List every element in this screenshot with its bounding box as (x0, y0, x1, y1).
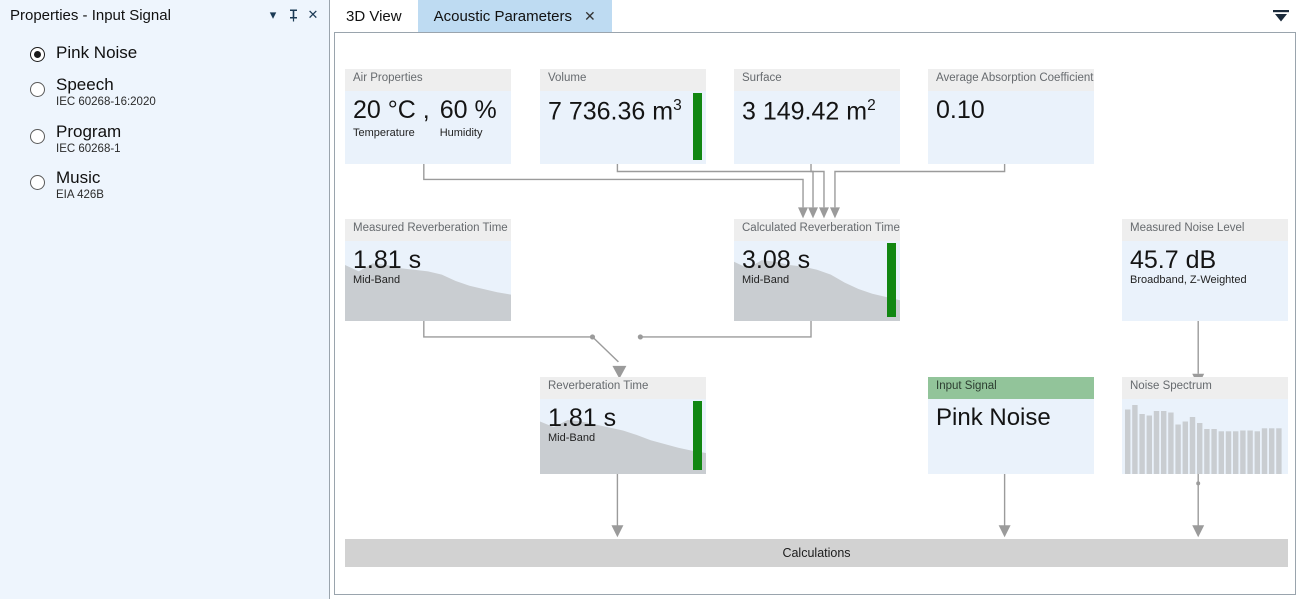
air-humidity: 60 % Humidity (439, 96, 497, 139)
card-calculated-reverberation-time-accent-bar (887, 243, 896, 317)
radio-label-pink-noise: Pink Noise (56, 43, 138, 62)
card-volume-number: 7 736.36 m (548, 97, 674, 126)
card-volume-exponent: 3 (673, 97, 682, 114)
noise-spectrum-bars (1122, 399, 1288, 474)
card-surface-number: 3 149.42 m (742, 97, 868, 126)
radio-sub-program: IEC 60268-1 (56, 142, 121, 155)
pin-icon-glyph (289, 9, 297, 21)
tab-acoustic-parameters[interactable]: Acoustic Parameters ✕ (417, 0, 612, 32)
diagram-canvas: Air Properties 20 °C , Temperature 60 % … (334, 32, 1296, 595)
card-input-signal[interactable]: Input Signal Pink Noise (928, 377, 1094, 474)
card-average-absorption-coefficient-title: Average Absorption Coefficient (928, 69, 1094, 91)
card-measured-noise-level[interactable]: Measured Noise Level 45.7 dB Broadband, … (1122, 219, 1288, 321)
card-surface[interactable]: Surface 3 149.42 m2 (734, 69, 900, 164)
card-reverberation-time-sub: Mid-Band (548, 431, 596, 444)
radio-sub-speech: IEC 60268-16:2020 (56, 96, 156, 108)
card-input-signal-title: Input Signal (928, 377, 1094, 399)
card-reverberation-time-title: Reverberation Time (540, 377, 706, 399)
radio-option-program[interactable]: Program IEC 60268-1 (30, 123, 329, 156)
air-humidity-label: Humidity (439, 126, 483, 139)
card-measured-reverberation-time-value: 1.81 s (353, 246, 422, 274)
radio-mark-program (30, 128, 45, 144)
air-temperature-value: 20 °C , (353, 96, 430, 124)
card-calculated-reverberation-time-value: 3.08 s (742, 246, 811, 274)
tab-bar: 3D View Acoustic Parameters ✕ (330, 0, 1300, 32)
card-input-signal-value: Pink Noise (936, 404, 1051, 431)
properties-panel: Properties - Input Signal ▾ ✕ Pink Noise… (0, 0, 330, 599)
radio-option-music[interactable]: Music EIA 426B (30, 169, 329, 202)
calculations-bar[interactable]: Calculations (345, 539, 1288, 567)
radio-label-music: Music (56, 168, 101, 187)
dropdown-icon[interactable]: ▾ (263, 3, 283, 27)
card-measured-reverberation-time-sub: Mid-Band (353, 273, 401, 286)
card-volume-accent-bar (693, 93, 702, 160)
card-noise-spectrum[interactable]: Noise Spectrum (1122, 377, 1288, 474)
filter-icon-glyph (1273, 10, 1289, 22)
card-average-absorption-coefficient-value: 0.10 (936, 96, 985, 124)
card-calculated-reverberation-time[interactable]: Calculated Reverberation Time 3.08 s Mid… (734, 219, 900, 321)
radio-option-pink-noise[interactable]: Pink Noise (30, 44, 329, 62)
radio-sub-music: EIA 426B (56, 189, 104, 201)
card-reverberation-time-accent-bar (693, 401, 702, 470)
tab-3d-view-label: 3D View (346, 7, 402, 25)
card-reverberation-time[interactable]: Reverberation Time 1.81 s Mid-Band (540, 377, 706, 474)
card-surface-value: 3 149.42 m2 (734, 91, 900, 126)
input-signal-radio-group: Pink Noise Speech IEC 60268-16:2020 Prog… (0, 30, 329, 216)
card-volume-value: 7 736.36 m3 (540, 91, 706, 126)
tab-3d-view[interactable]: 3D View (330, 0, 418, 32)
calculations-bar-label: Calculations (782, 546, 851, 560)
card-volume[interactable]: Volume 7 736.36 m3 (540, 69, 706, 164)
card-measured-noise-level-title: Measured Noise Level (1122, 219, 1288, 241)
page-title: Properties - Input Signal (10, 6, 171, 24)
card-measured-noise-level-value: 45.7 dB (1130, 246, 1217, 274)
tab-close-icon[interactable]: ✕ (584, 9, 596, 23)
card-air-properties-title: Air Properties (345, 69, 511, 91)
main-pane: 3D View Acoustic Parameters ✕ Air Proper… (330, 0, 1300, 599)
radio-option-speech[interactable]: Speech IEC 60268-16:2020 (30, 76, 329, 109)
radio-label-program: Program (56, 121, 122, 141)
card-measured-reverberation-time-title: Measured Reverberation Time (345, 219, 511, 241)
card-measured-noise-level-sub: Broadband, Z-Weighted (1130, 273, 1247, 286)
radio-label-speech: Speech (56, 75, 114, 94)
properties-panel-header: Properties - Input Signal ▾ ✕ (0, 0, 329, 30)
card-reverberation-time-value: 1.81 s (548, 404, 617, 432)
card-noise-spectrum-title: Noise Spectrum (1122, 377, 1288, 399)
air-temperature: 20 °C , Temperature (353, 96, 430, 139)
filter-icon[interactable] (1268, 4, 1294, 28)
card-surface-title: Surface (734, 69, 900, 91)
close-icon[interactable]: ✕ (303, 3, 323, 27)
air-humidity-value: 60 % (439, 96, 497, 124)
card-air-properties[interactable]: Air Properties 20 °C , Temperature 60 % … (345, 69, 511, 164)
radio-mark-speech (30, 82, 45, 97)
card-volume-title: Volume (540, 69, 706, 91)
tab-acoustic-parameters-label: Acoustic Parameters (433, 7, 572, 25)
radio-mark-music (30, 175, 45, 190)
card-calculated-reverberation-time-sub: Mid-Band (742, 273, 790, 286)
pin-icon[interactable] (283, 3, 303, 27)
card-calculated-reverberation-time-title: Calculated Reverberation Time (734, 219, 900, 241)
radio-mark-pink-noise (30, 47, 45, 62)
card-surface-exponent: 2 (867, 97, 876, 114)
air-temperature-label: Temperature (353, 126, 415, 139)
card-average-absorption-coefficient[interactable]: Average Absorption Coefficient 0.10 (928, 69, 1094, 164)
card-measured-reverberation-time[interactable]: Measured Reverberation Time 1.81 s Mid-B… (345, 219, 511, 321)
